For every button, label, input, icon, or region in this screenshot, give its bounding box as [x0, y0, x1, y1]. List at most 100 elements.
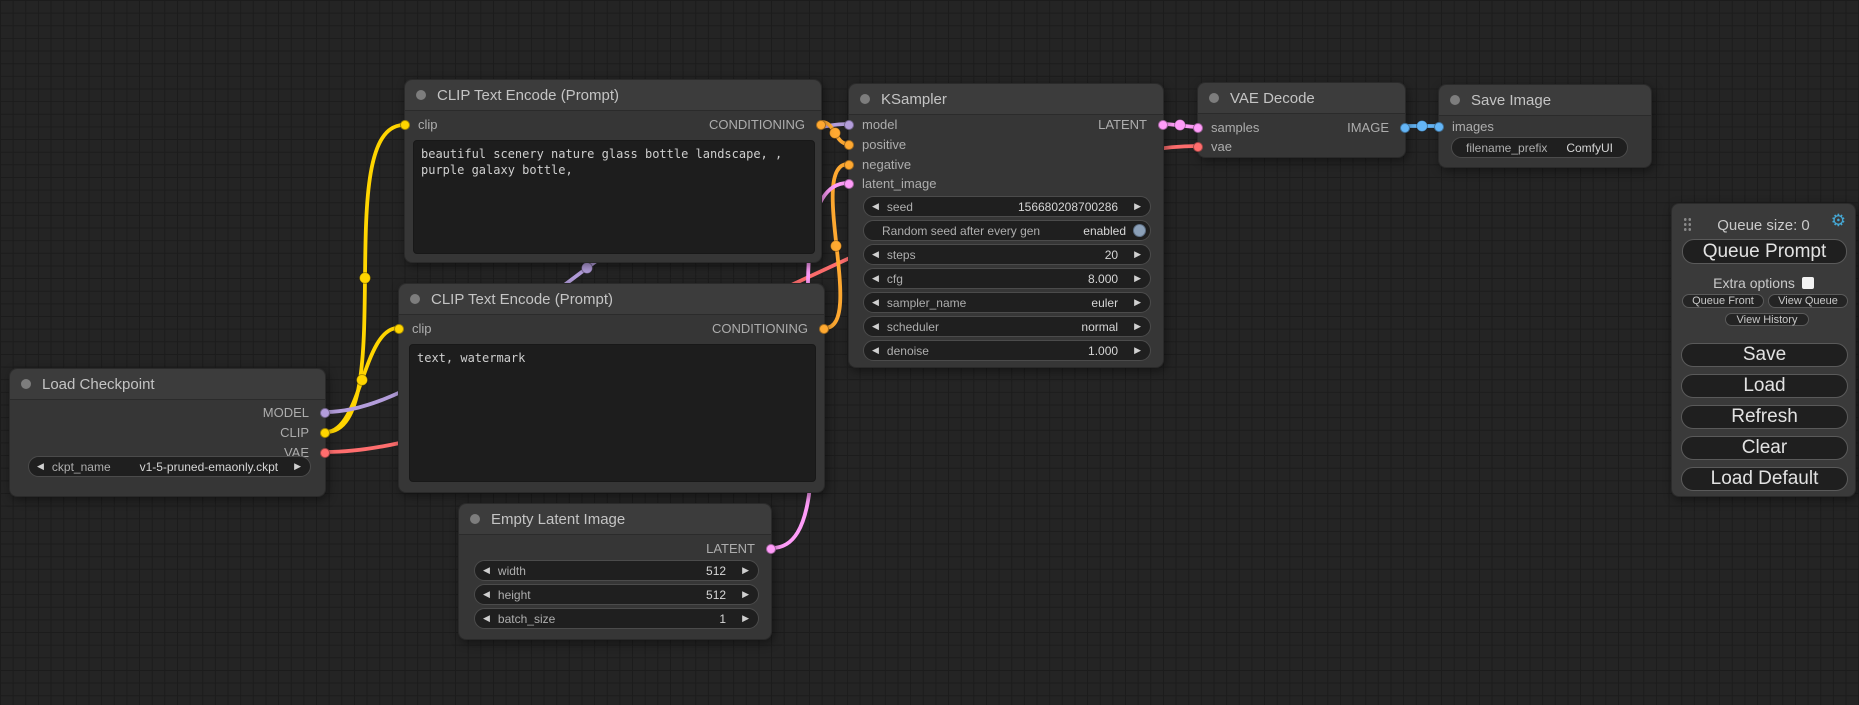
node-clip-text-encode-positive[interactable]: CLIP Text Encode (Prompt) clip CONDITION…: [404, 79, 822, 263]
increment-arrow-icon[interactable]: ▶: [1126, 250, 1150, 259]
node-load-checkpoint[interactable]: Load Checkpoint MODEL CLIP VAE ◀ ckpt_na…: [9, 368, 326, 497]
negative-prompt-textarea[interactable]: text, watermark: [409, 344, 816, 482]
increment-arrow-icon[interactable]: ▶: [1126, 322, 1150, 331]
node-save-image[interactable]: Save Image images filename_prefix ComfyU…: [1438, 84, 1652, 168]
comfyui-canvas[interactable]: { "icons": { "decrement": "◀", "incremen…: [0, 0, 1859, 705]
output-dot-latent[interactable]: [766, 544, 776, 554]
save-button[interactable]: Save: [1681, 343, 1848, 367]
node-header[interactable]: Load Checkpoint: [10, 369, 325, 400]
collapse-dot-icon[interactable]: [416, 90, 426, 100]
load-default-button[interactable]: Load Default: [1681, 467, 1848, 491]
widget-label: steps: [887, 248, 916, 262]
widget-value[interactable]: 8.000: [903, 272, 1126, 286]
queue-panel[interactable]: Queue size: 0 ⚙ Queue Prompt Extra optio…: [1671, 203, 1856, 497]
input-dot-clip[interactable]: [394, 324, 404, 334]
decrement-arrow-icon[interactable]: ◀: [864, 274, 887, 283]
collapse-dot-icon[interactable]: [21, 379, 31, 389]
collapse-dot-icon[interactable]: [470, 514, 480, 524]
positive-prompt-textarea[interactable]: beautiful scenery nature glass bottle la…: [413, 140, 815, 254]
seed-widget[interactable]: ◀ seed 156680208700286 ▶: [863, 196, 1151, 217]
input-dot-model[interactable]: [844, 120, 854, 130]
decrement-arrow-icon[interactable]: ◀: [475, 566, 498, 575]
decrement-arrow-icon[interactable]: ◀: [29, 462, 52, 471]
widget-label: width: [498, 564, 526, 578]
batch-size-widget[interactable]: ◀ batch_size 1 ▶: [474, 608, 759, 629]
decrement-arrow-icon[interactable]: ◀: [475, 590, 498, 599]
decrement-arrow-icon[interactable]: ◀: [864, 298, 887, 307]
increment-arrow-icon[interactable]: ▶: [1126, 274, 1150, 283]
node-header[interactable]: KSampler: [849, 84, 1163, 115]
node-ksampler[interactable]: KSampler model positive negative latent_…: [848, 83, 1164, 368]
sampler-name-widget[interactable]: ◀ sampler_name euler ▶: [863, 292, 1151, 313]
input-dot-negative[interactable]: [844, 160, 854, 170]
output-dot-model[interactable]: [320, 408, 330, 418]
collapse-dot-icon[interactable]: [1450, 95, 1460, 105]
queue-prompt-button[interactable]: Queue Prompt: [1682, 239, 1847, 264]
widget-value[interactable]: 512: [531, 588, 734, 602]
gear-icon[interactable]: ⚙: [1831, 212, 1846, 229]
widget-value[interactable]: 20: [916, 248, 1126, 262]
increment-arrow-icon[interactable]: ▶: [286, 462, 310, 471]
input-dot-images[interactable]: [1434, 122, 1444, 132]
output-dot-latent[interactable]: [1158, 120, 1168, 130]
steps-widget[interactable]: ◀ steps 20 ▶: [863, 244, 1151, 265]
decrement-arrow-icon[interactable]: ◀: [864, 250, 887, 259]
output-dot-conditioning[interactable]: [816, 120, 826, 130]
widget-value[interactable]: 1: [555, 612, 734, 626]
widget-value[interactable]: v1-5-pruned-emaonly.ckpt: [111, 460, 286, 474]
clear-button[interactable]: Clear: [1681, 436, 1848, 460]
increment-arrow-icon[interactable]: ▶: [734, 614, 758, 623]
widget-value[interactable]: enabled: [1040, 224, 1131, 238]
input-dot-latent-image[interactable]: [844, 179, 854, 189]
load-button[interactable]: Load: [1681, 374, 1848, 398]
widget-value[interactable]: 156680208700286: [913, 200, 1126, 214]
increment-arrow-icon[interactable]: ▶: [1126, 346, 1150, 355]
random-seed-widget[interactable]: Random seed after every gen enabled: [863, 220, 1151, 241]
input-dot-positive[interactable]: [844, 140, 854, 150]
cfg-widget[interactable]: ◀ cfg 8.000 ▶: [863, 268, 1151, 289]
output-dot-clip[interactable]: [320, 428, 330, 438]
input-dot-samples[interactable]: [1193, 123, 1203, 133]
node-header[interactable]: CLIP Text Encode (Prompt): [399, 284, 824, 315]
view-queue-button[interactable]: View Queue: [1768, 294, 1848, 308]
output-dot-image[interactable]: [1400, 123, 1410, 133]
increment-arrow-icon[interactable]: ▶: [1126, 298, 1150, 307]
random-seed-toggle[interactable]: [1133, 224, 1146, 237]
output-dot-vae[interactable]: [320, 448, 330, 458]
view-history-button[interactable]: View History: [1725, 313, 1809, 326]
scheduler-widget[interactable]: ◀ scheduler normal ▶: [863, 316, 1151, 337]
ckpt-name-widget[interactable]: ◀ ckpt_name v1-5-pruned-emaonly.ckpt ▶: [28, 456, 311, 477]
node-empty-latent-image[interactable]: Empty Latent Image LATENT ◀ width 512 ▶ …: [458, 503, 772, 640]
node-vae-decode[interactable]: VAE Decode samples vae IMAGE: [1197, 82, 1406, 158]
increment-arrow-icon[interactable]: ▶: [1126, 202, 1150, 211]
increment-arrow-icon[interactable]: ▶: [734, 590, 758, 599]
input-dot-vae[interactable]: [1193, 142, 1203, 152]
height-widget[interactable]: ◀ height 512 ▶: [474, 584, 759, 605]
collapse-dot-icon[interactable]: [860, 94, 870, 104]
decrement-arrow-icon[interactable]: ◀: [864, 202, 887, 211]
increment-arrow-icon[interactable]: ▶: [734, 566, 758, 575]
input-dot-clip[interactable]: [400, 120, 410, 130]
node-header[interactable]: VAE Decode: [1198, 83, 1405, 114]
decrement-arrow-icon[interactable]: ◀: [864, 346, 887, 355]
widget-value[interactable]: 1.000: [929, 344, 1126, 358]
decrement-arrow-icon[interactable]: ◀: [864, 322, 887, 331]
widget-value[interactable]: ComfyUI: [1547, 141, 1627, 155]
collapse-dot-icon[interactable]: [1209, 93, 1219, 103]
decrement-arrow-icon[interactable]: ◀: [475, 614, 498, 623]
node-clip-text-encode-negative[interactable]: CLIP Text Encode (Prompt) clip CONDITION…: [398, 283, 825, 493]
extra-options-checkbox[interactable]: [1802, 277, 1814, 289]
filename-prefix-widget[interactable]: filename_prefix ComfyUI: [1451, 137, 1628, 158]
denoise-widget[interactable]: ◀ denoise 1.000 ▶: [863, 340, 1151, 361]
node-header[interactable]: Save Image: [1439, 85, 1651, 116]
width-widget[interactable]: ◀ width 512 ▶: [474, 560, 759, 581]
node-header[interactable]: CLIP Text Encode (Prompt): [405, 80, 821, 111]
node-header[interactable]: Empty Latent Image: [459, 504, 771, 535]
queue-front-button[interactable]: Queue Front: [1682, 294, 1764, 308]
output-dot-conditioning[interactable]: [819, 324, 829, 334]
refresh-button[interactable]: Refresh: [1681, 405, 1848, 429]
widget-value[interactable]: 512: [526, 564, 734, 578]
collapse-dot-icon[interactable]: [410, 294, 420, 304]
widget-value[interactable]: normal: [939, 320, 1126, 334]
widget-value[interactable]: euler: [966, 296, 1126, 310]
